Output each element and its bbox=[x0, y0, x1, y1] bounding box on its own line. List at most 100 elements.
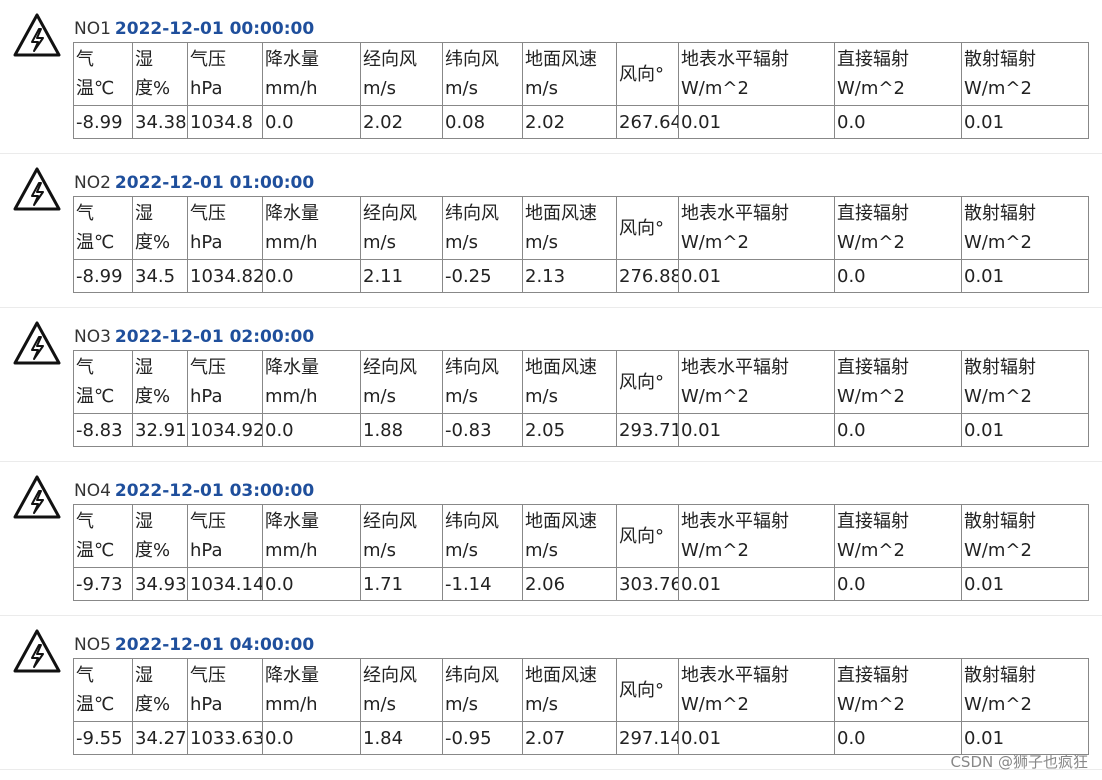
table-cell: 34.93 bbox=[132, 567, 188, 601]
header-name: 降水量 bbox=[265, 203, 319, 224]
header-cell: 地表水平辐射 W/m^2 bbox=[678, 42, 835, 106]
header-name: 直接辐射 bbox=[837, 49, 909, 70]
header-unit: 温℃ bbox=[76, 694, 115, 715]
record-title: NO1 2022-12-01 00:00:00 bbox=[74, 18, 314, 40]
header-cell: 地面风速 m/s bbox=[522, 350, 617, 414]
table-cell: 1.71 bbox=[360, 567, 443, 601]
header-name: 地面风速 bbox=[525, 49, 597, 70]
header-cell: 纬向风 m/s bbox=[442, 350, 523, 414]
header-name: 气压 bbox=[190, 665, 226, 686]
header-name: 纬向风 bbox=[445, 357, 499, 378]
header-name: 经向风 bbox=[363, 665, 417, 686]
header-name: 纬向风 bbox=[445, 665, 499, 686]
table-cell: 0.0 bbox=[262, 105, 361, 139]
table-cell: 2.02 bbox=[360, 105, 443, 139]
header-cell: 气温℃ bbox=[73, 42, 133, 106]
header-unit: mm/h bbox=[265, 694, 318, 715]
weather-data-table: 气温℃ 湿度% 气压 hPa 降水量 mm/h 经向风 m/s 纬向风 m/s 地面风速 m/s 风向°… bbox=[73, 658, 1089, 755]
record-title: NO2 2022-12-01 01:00:00 bbox=[74, 172, 314, 194]
table-cell: 0.0 bbox=[834, 413, 962, 447]
table-cell: 2.06 bbox=[522, 567, 617, 601]
header-unit: 温℃ bbox=[76, 232, 115, 253]
header-name: 气压 bbox=[190, 511, 226, 532]
header-unit: m/s bbox=[445, 540, 478, 561]
watermark: CSDN @狮子也疯狂 bbox=[950, 753, 1088, 771]
header-unit: hPa bbox=[190, 540, 223, 561]
high-voltage-warning-icon bbox=[12, 166, 62, 212]
table-cell: 297.14 bbox=[616, 721, 679, 755]
table-cell: 276.88 bbox=[616, 259, 679, 293]
header-name: 散射辐射 bbox=[964, 665, 1036, 686]
header-cell: 气压 hPa bbox=[187, 658, 263, 722]
header-unit: m/s bbox=[363, 386, 396, 407]
table-cell: 1033.63 bbox=[187, 721, 263, 755]
record-timestamp: 2022-12-01 00:00:00 bbox=[114, 19, 315, 39]
header-cell: 地面风速 m/s bbox=[522, 42, 617, 106]
header-cell: 气压 hPa bbox=[187, 350, 263, 414]
header-cell: 风向° bbox=[616, 196, 679, 260]
header-unit: hPa bbox=[190, 694, 223, 715]
header-name: 风向° bbox=[619, 63, 664, 85]
header-unit: W/m^2 bbox=[964, 78, 1032, 99]
table-cell: 2.05 bbox=[522, 413, 617, 447]
header-unit: m/s bbox=[363, 232, 396, 253]
header-cell: 直接辐射 W/m^2 bbox=[834, 42, 962, 106]
header-name: 经向风 bbox=[363, 511, 417, 532]
header-unit: m/s bbox=[445, 694, 478, 715]
table-cell: 0.0 bbox=[834, 105, 962, 139]
table-cell: 0.01 bbox=[678, 259, 835, 293]
header-name: 湿 bbox=[135, 665, 153, 686]
header-cell: 地表水平辐射 W/m^2 bbox=[678, 350, 835, 414]
table-cell: 0.0 bbox=[262, 721, 361, 755]
header-name: 直接辐射 bbox=[837, 511, 909, 532]
header-cell: 纬向风 m/s bbox=[442, 504, 523, 568]
header-cell: 风向° bbox=[616, 350, 679, 414]
header-cell: 气温℃ bbox=[73, 196, 133, 260]
header-name: 纬向风 bbox=[445, 49, 499, 70]
header-name: 气压 bbox=[190, 49, 226, 70]
header-cell: 湿度% bbox=[132, 42, 188, 106]
header-unit: m/s bbox=[445, 386, 478, 407]
header-name: 气 bbox=[76, 49, 94, 70]
table-cell: 0.0 bbox=[834, 567, 962, 601]
header-cell: 散射辐射 W/m^2 bbox=[961, 350, 1089, 414]
header-cell: 风向° bbox=[616, 42, 679, 106]
table-cell: -8.99 bbox=[73, 259, 133, 293]
table-cell: 0.01 bbox=[678, 413, 835, 447]
header-name: 湿 bbox=[135, 511, 153, 532]
header-unit: mm/h bbox=[265, 540, 318, 561]
header-name: 风向° bbox=[619, 679, 664, 701]
header-cell: 气温℃ bbox=[73, 350, 133, 414]
header-name: 地面风速 bbox=[525, 203, 597, 224]
header-cell: 湿度% bbox=[132, 350, 188, 414]
header-cell: 经向风 m/s bbox=[360, 196, 443, 260]
header-unit: m/s bbox=[525, 386, 558, 407]
high-voltage-warning-icon bbox=[12, 320, 62, 366]
header-name: 风向° bbox=[619, 525, 664, 547]
table-row: -9.73 34.93 1034.14 0.0 1.71 -1.14 2.06 303.76 0… bbox=[73, 567, 1089, 601]
header-name: 气 bbox=[76, 511, 94, 532]
table-cell: -0.83 bbox=[442, 413, 523, 447]
header-cell: 地表水平辐射 W/m^2 bbox=[678, 196, 835, 260]
header-unit: 度% bbox=[135, 78, 171, 99]
header-name: 气 bbox=[76, 357, 94, 378]
header-cell: 风向° bbox=[616, 504, 679, 568]
record-timestamp: 2022-12-01 01:00:00 bbox=[114, 173, 315, 193]
header-unit: hPa bbox=[190, 232, 223, 253]
header-unit: m/s bbox=[525, 540, 558, 561]
table-cell: 0.0 bbox=[834, 721, 962, 755]
header-name: 降水量 bbox=[265, 665, 319, 686]
high-voltage-warning-icon bbox=[12, 474, 62, 520]
header-name: 直接辐射 bbox=[837, 665, 909, 686]
header-cell: 经向风 m/s bbox=[360, 42, 443, 106]
header-row: 气温℃ 湿度% 气压 hPa 降水量 mm/h 经向风 m/s 纬向风 m/s 地面风速 m/s 风向°… bbox=[73, 504, 1089, 568]
record-2: NO2 2022-12-01 01:00:00 气温℃ 湿度% 气压 hPa 降水量 mm/h… bbox=[0, 154, 1102, 308]
header-name: 经向风 bbox=[363, 203, 417, 224]
table-cell: 0.01 bbox=[961, 413, 1089, 447]
table-cell: 2.07 bbox=[522, 721, 617, 755]
header-name: 地面风速 bbox=[525, 665, 597, 686]
header-cell: 气压 hPa bbox=[187, 504, 263, 568]
header-unit: m/s bbox=[363, 78, 396, 99]
table-cell: 1034.8 bbox=[187, 105, 263, 139]
weather-data-table: 气温℃ 湿度% 气压 hPa 降水量 mm/h 经向风 m/s 纬向风 m/s 地面风速 m/s 风向°… bbox=[73, 350, 1089, 447]
